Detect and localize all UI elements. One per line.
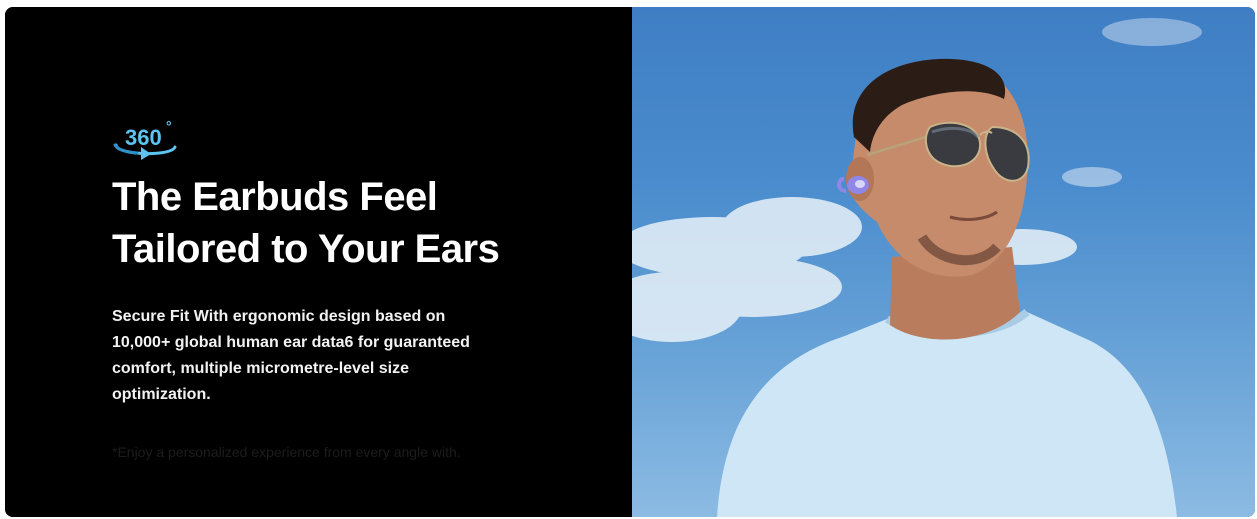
feature-description: Secure Fit With ergonomic design based o… <box>112 304 532 408</box>
degree-symbol: ° <box>166 118 172 134</box>
360-number: 360 <box>125 125 162 150</box>
description-line-1: Secure Fit With ergonomic design based o… <box>112 308 446 325</box>
description-line-2: 10,000+ global human ear data6 for guara… <box>112 334 470 351</box>
footnote: *Enjoy a personalized experience from ev… <box>112 444 461 460</box>
360-degree-icon: 360 ° <box>113 118 177 160</box>
earbud-icon <box>837 176 869 194</box>
description-line-3: comfort, multiple micrometre-level size <box>112 360 409 377</box>
photo-illustration <box>632 18 1202 517</box>
shirt <box>717 312 1177 517</box>
description-line-4: optimization. <box>112 386 211 403</box>
feature-text-panel: 360 ° The Earbuds Feel Tailored to Your … <box>5 7 632 517</box>
headline: The Earbuds Feel Tailored to Your Ears <box>112 171 592 275</box>
product-feature-banner: 360 ° The Earbuds Feel Tailored to Your … <box>5 7 1255 517</box>
headline-line-1: The Earbuds Feel <box>112 175 438 219</box>
headline-line-2: Tailored to Your Ears <box>112 227 500 271</box>
man-wearing-earbuds-photo <box>632 7 1255 517</box>
